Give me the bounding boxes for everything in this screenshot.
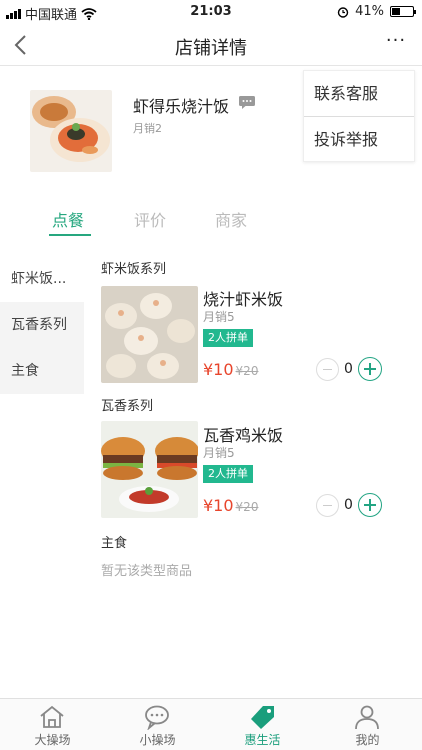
tabbar-item-small-playground[interactable]: 小操场 xyxy=(105,699,210,750)
quantity-value: 0 xyxy=(344,497,353,513)
page-title: 店铺详情 xyxy=(175,38,247,59)
shop-image xyxy=(30,90,112,172)
shop-tabs: 点餐 评价 商家 xyxy=(0,200,422,240)
product-price: ¥10 ¥20 xyxy=(203,496,258,515)
nav-bar: 店铺详情 ··· xyxy=(0,24,422,66)
shop-name: 虾得乐烧汁饭 xyxy=(133,97,230,116)
product-image[interactable] xyxy=(101,421,198,518)
original-price: ¥20 xyxy=(235,500,259,514)
chat-bubble-icon xyxy=(145,705,169,730)
more-menu: 联系客服 投诉举报 xyxy=(303,70,415,162)
section-title: 瓦香系列 xyxy=(101,399,154,414)
original-price: ¥20 xyxy=(235,364,259,378)
product-price: ¥10 ¥20 xyxy=(203,360,258,379)
tabbar-item-mine[interactable]: 我的 xyxy=(315,699,420,750)
alarm-icon xyxy=(337,6,349,18)
chat-icon[interactable] xyxy=(239,96,255,109)
tabbar-label: 大操场 xyxy=(34,733,71,747)
menu-item-complaint-report[interactable]: 投诉举报 xyxy=(304,116,414,161)
shop-sales: 月销2 xyxy=(133,122,162,135)
status-bar: 中国联通 21:03 41% xyxy=(0,0,422,24)
more-button[interactable]: ··· xyxy=(382,30,410,60)
product-sales: 月销5 xyxy=(203,446,235,460)
tab-order[interactable]: 点餐 xyxy=(52,207,84,231)
battery-percent: 41% xyxy=(355,4,384,19)
category-list: 虾米饭... 瓦香系列 主食 xyxy=(0,256,84,394)
home-icon xyxy=(40,705,64,728)
tabbar-label: 惠生活 xyxy=(244,733,281,747)
tabbar-label: 我的 xyxy=(355,733,380,747)
empty-message: 暂无该类型商品 xyxy=(101,564,193,579)
quantity-value: 0 xyxy=(344,361,353,377)
person-icon xyxy=(355,705,379,730)
battery-icon xyxy=(390,6,416,17)
product-sales: 月销5 xyxy=(203,310,235,324)
tab-underline xyxy=(49,234,91,236)
current-price: ¥10 xyxy=(203,360,234,379)
section-title: 虾米饭系列 xyxy=(101,262,167,277)
category-item-staple[interactable]: 主食 xyxy=(0,348,84,394)
product-image[interactable] xyxy=(101,286,198,383)
decrease-quantity-button[interactable] xyxy=(316,494,339,517)
current-price: ¥10 xyxy=(203,496,234,515)
product-name: 瓦香鸡米饭 xyxy=(203,426,284,445)
decrease-quantity-button[interactable] xyxy=(316,358,339,381)
category-item-shrimp-rice[interactable]: 虾米饭... xyxy=(0,256,84,302)
section-title: 主食 xyxy=(101,536,128,551)
tabbar-label: 小操场 xyxy=(139,733,176,747)
tab-reviews[interactable]: 评价 xyxy=(134,207,166,231)
category-item-waxiang[interactable]: 瓦香系列 xyxy=(0,302,84,348)
group-buy-badge: 2人拼单 xyxy=(203,465,253,483)
price-tag-icon xyxy=(251,706,274,729)
bottom-tab-bar: 大操场 小操场 惠生活 我的 xyxy=(0,698,422,750)
product-name: 烧汁虾米饭 xyxy=(203,290,284,309)
group-buy-badge: 2人拼单 xyxy=(203,329,253,347)
tabbar-item-big-playground[interactable]: 大操场 xyxy=(0,699,105,750)
status-right: 41% xyxy=(337,4,416,19)
menu-item-contact-service[interactable]: 联系客服 xyxy=(304,71,414,116)
tabbar-item-life[interactable]: 惠生活 xyxy=(210,699,315,750)
add-to-cart-button[interactable] xyxy=(358,357,382,381)
tab-merchant[interactable]: 商家 xyxy=(215,207,247,231)
add-to-cart-button[interactable] xyxy=(358,493,382,517)
